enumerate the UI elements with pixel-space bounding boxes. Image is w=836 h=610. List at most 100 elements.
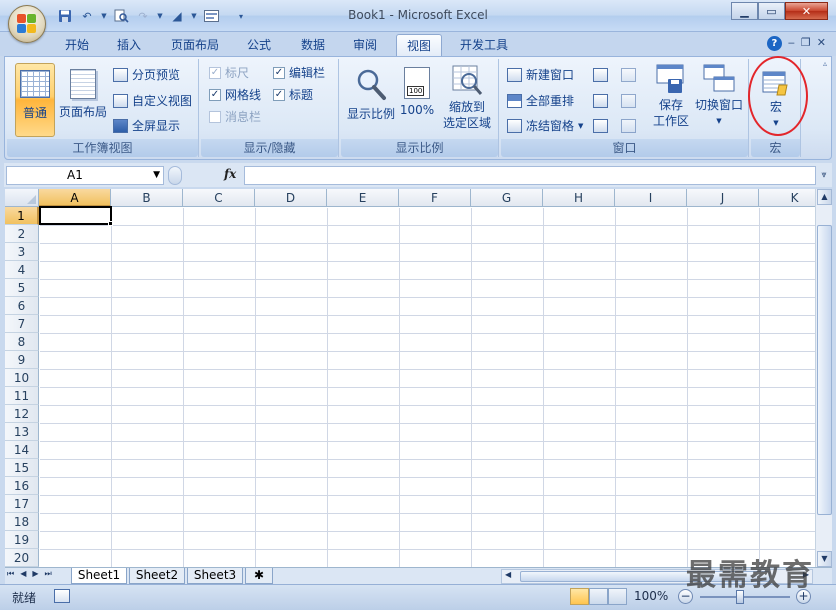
vertical-scroll-thumb[interactable] xyxy=(817,225,832,515)
gridlines-checkbox[interactable]: ✓ 网格线 xyxy=(209,85,261,105)
row-header[interactable]: 14 xyxy=(5,441,39,459)
normal-view-shortcut-icon[interactable] xyxy=(570,588,589,605)
page-layout-view-button[interactable]: 页面布局 xyxy=(57,63,109,120)
custom-views-button[interactable]: 自定义视图 xyxy=(113,91,192,111)
office-button[interactable] xyxy=(8,5,46,43)
doc-minimize-icon[interactable]: ‒ xyxy=(788,36,795,51)
last-sheet-icon[interactable]: ⏭ xyxy=(45,569,52,579)
column-header[interactable]: A xyxy=(39,189,111,207)
arrange-all-button[interactable]: 全部重排 xyxy=(507,91,574,111)
cell-area[interactable] xyxy=(40,208,815,567)
split-icon[interactable] xyxy=(593,68,608,82)
message-bar-checkbox[interactable]: 消息栏 xyxy=(209,107,261,127)
zoom-to-selection-button[interactable]: 缩放到 选定区域 xyxy=(439,63,495,131)
row-header[interactable]: 19 xyxy=(5,531,39,549)
row-header[interactable]: 2 xyxy=(5,225,39,243)
save-workspace-button[interactable]: 保存 工作区 xyxy=(649,63,693,129)
headings-checkbox[interactable]: ✓ 标题 xyxy=(273,85,313,105)
column-header[interactable]: J xyxy=(687,189,759,207)
insert-function-icon[interactable]: fx xyxy=(224,167,236,181)
column-header[interactable]: E xyxy=(327,189,399,207)
row-header[interactable]: 12 xyxy=(5,405,39,423)
ruler-checkbox[interactable]: ✓ 标尺 xyxy=(209,63,249,83)
tab-view[interactable]: 视图 xyxy=(396,34,442,56)
page-break-preview-button[interactable]: 分页预览 xyxy=(113,65,180,85)
select-all-button[interactable] xyxy=(5,189,39,207)
row-header[interactable]: 11 xyxy=(5,387,39,405)
maximize-button[interactable]: ▭ xyxy=(758,2,785,20)
new-window-button[interactable]: 新建窗口 xyxy=(507,65,574,85)
row-header[interactable]: 9 xyxy=(5,351,39,369)
column-header[interactable]: F xyxy=(399,189,471,207)
splitter-handle[interactable] xyxy=(168,166,182,185)
formula-input[interactable] xyxy=(244,166,816,185)
zoom-level[interactable]: 100% xyxy=(634,589,668,603)
row-header[interactable]: 18 xyxy=(5,513,39,531)
sheet-tab-2[interactable]: Sheet2 xyxy=(129,568,185,584)
row-header[interactable]: 8 xyxy=(5,333,39,351)
tab-insert[interactable]: 插入 xyxy=(108,34,150,56)
column-header[interactable]: I xyxy=(615,189,687,207)
row-header[interactable]: 5 xyxy=(5,279,39,297)
tab-home[interactable]: 开始 xyxy=(56,34,98,56)
synchronous-scrolling-icon[interactable] xyxy=(621,94,636,108)
zoom-100-button[interactable]: 100 100% xyxy=(399,63,435,117)
row-header[interactable]: 4 xyxy=(5,261,39,279)
column-header[interactable]: H xyxy=(543,189,615,207)
reset-window-position-icon[interactable] xyxy=(621,119,636,133)
column-header[interactable]: B xyxy=(111,189,183,207)
row-header[interactable]: 20 xyxy=(5,549,39,567)
fill-handle[interactable] xyxy=(108,221,113,226)
row-header[interactable]: 15 xyxy=(5,459,39,477)
doc-close-icon[interactable]: ✕ xyxy=(817,36,826,51)
scroll-down-arrow-icon[interactable]: ▼ xyxy=(817,551,832,567)
name-box-dropdown-icon[interactable]: ▼ xyxy=(153,167,160,184)
tab-data[interactable]: 数据 xyxy=(292,34,334,56)
sheet-tab-1[interactable]: Sheet1 xyxy=(71,568,127,584)
scroll-left-arrow-icon[interactable]: ◀ xyxy=(505,570,511,579)
freeze-panes-button[interactable]: 冻结窗格 ▼ xyxy=(507,116,583,136)
unhide-window-icon[interactable] xyxy=(593,119,608,133)
row-header[interactable]: 13 xyxy=(5,423,39,441)
name-box[interactable]: A1 ▼ xyxy=(6,166,164,185)
first-sheet-icon[interactable]: ⏮ xyxy=(7,569,14,579)
row-header[interactable]: 6 xyxy=(5,297,39,315)
prev-sheet-icon[interactable]: ◀ xyxy=(20,569,26,579)
sheet-tab-3[interactable]: Sheet3 xyxy=(187,568,243,584)
close-button[interactable]: ✕ xyxy=(785,2,828,20)
scroll-up-arrow-icon[interactable]: ▲ xyxy=(817,189,832,205)
row-header[interactable]: 7 xyxy=(5,315,39,333)
tab-formulas[interactable]: 公式 xyxy=(238,34,280,56)
column-header[interactable]: G xyxy=(471,189,543,207)
zoom-slider-track[interactable] xyxy=(700,596,790,598)
row-header[interactable]: 17 xyxy=(5,495,39,513)
tab-review[interactable]: 审阅 xyxy=(344,34,386,56)
row-header[interactable]: 16 xyxy=(5,477,39,495)
tab-page-layout[interactable]: 页面布局 xyxy=(164,34,226,56)
record-macro-icon[interactable] xyxy=(54,589,70,603)
zoom-button[interactable]: 显示比例 xyxy=(345,63,397,122)
normal-view-button[interactable]: 普通 xyxy=(15,63,55,137)
formula-bar-checkbox[interactable]: ✓ 编辑栏 xyxy=(273,63,325,83)
macros-button[interactable]: 宏 ▼ xyxy=(757,63,795,131)
insert-sheet-icon[interactable]: ✱ xyxy=(245,568,273,584)
expand-formula-bar-icon[interactable]: ⩔ xyxy=(818,166,830,185)
row-header[interactable]: 10 xyxy=(5,369,39,387)
column-header[interactable]: C xyxy=(183,189,255,207)
tab-developer[interactable]: 开发工具 xyxy=(452,34,516,56)
switch-windows-button[interactable]: 切换窗口 ▼ xyxy=(693,63,745,129)
next-sheet-icon[interactable]: ▶ xyxy=(32,569,38,579)
full-screen-button[interactable]: 全屏显示 xyxy=(113,116,180,136)
doc-restore-icon[interactable]: ❐ xyxy=(801,36,811,51)
hide-window-icon[interactable] xyxy=(593,94,608,108)
view-side-by-side-icon[interactable] xyxy=(621,68,636,82)
ribbon-collapse-icon[interactable]: ▵ xyxy=(823,59,827,68)
row-header[interactable]: 3 xyxy=(5,243,39,261)
minimize-button[interactable]: ▁ xyxy=(731,2,758,20)
column-header[interactable]: D xyxy=(255,189,327,207)
active-cell[interactable] xyxy=(39,206,112,225)
page-layout-shortcut-icon[interactable] xyxy=(589,588,608,605)
column-header[interactable]: K xyxy=(759,189,815,207)
help-icon[interactable]: ? xyxy=(766,36,782,51)
vertical-scrollbar[interactable]: ▲ ▼ xyxy=(815,189,832,567)
